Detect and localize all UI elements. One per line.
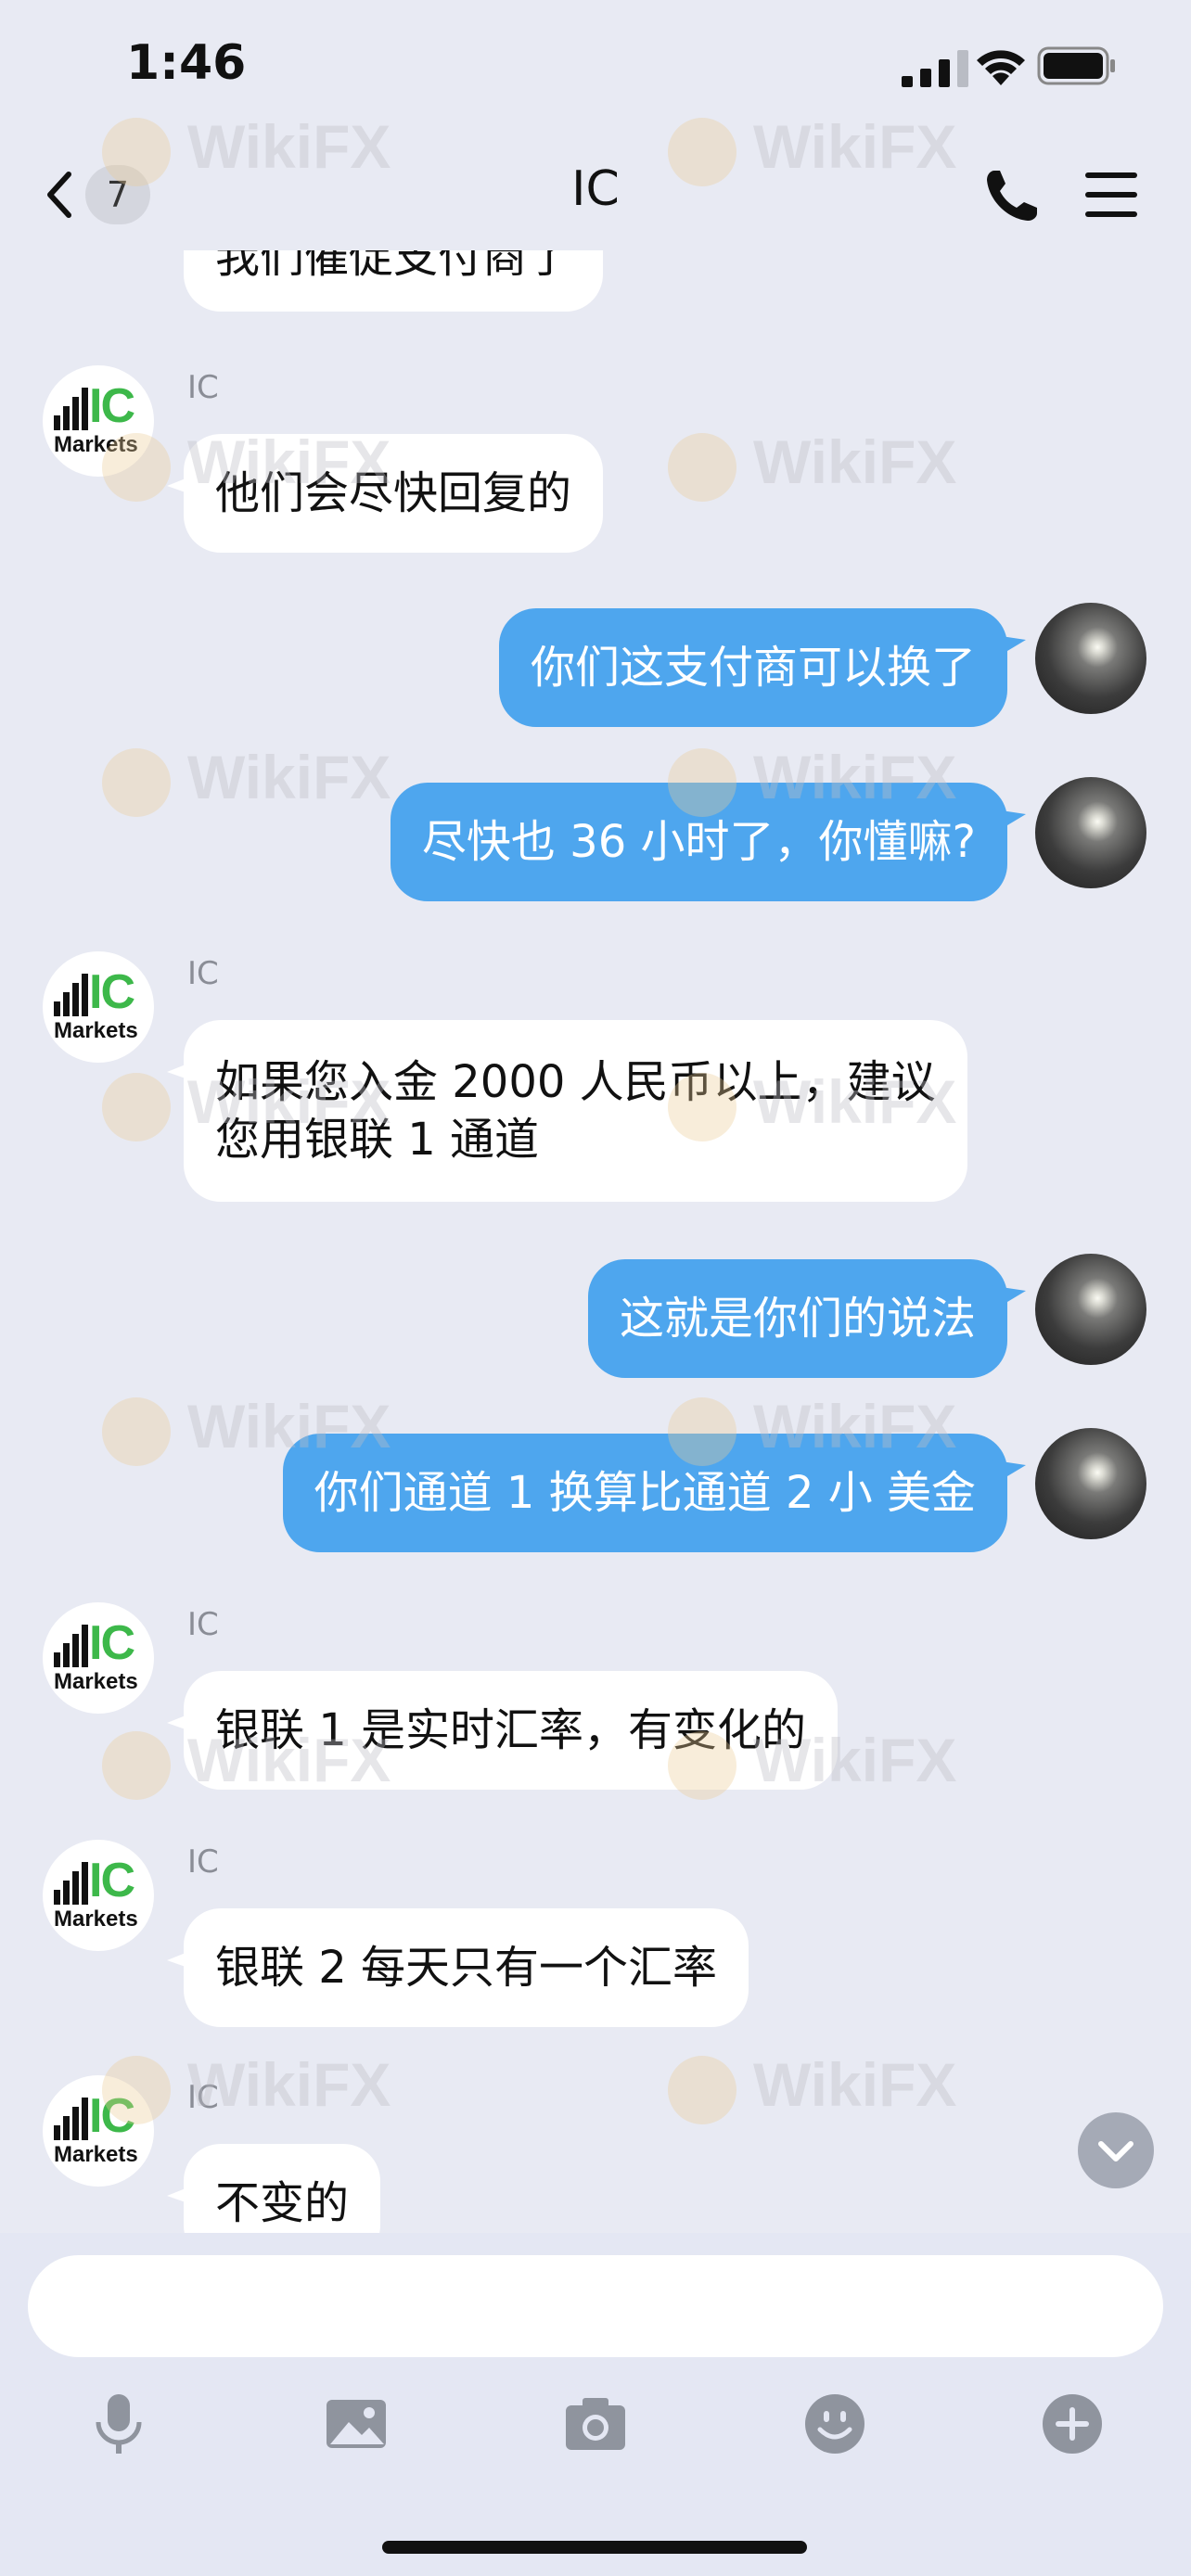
bars-logo-icon (54, 1862, 88, 1905)
sender-name: IC (187, 2079, 219, 2116)
user-avatar[interactable] (1035, 777, 1146, 888)
bubble-tail (989, 1285, 1026, 1313)
sender-name: IC (187, 955, 219, 992)
message-input[interactable] (28, 2255, 1163, 2357)
message-bubble-sent: 你们这支付商可以换了 (498, 608, 1007, 727)
plus-icon[interactable] (1039, 2391, 1106, 2457)
image-icon[interactable] (323, 2391, 390, 2457)
user-avatar[interactable] (1035, 1254, 1146, 1365)
bubble-tail (989, 1460, 1026, 1487)
menu-icon[interactable] (1082, 169, 1141, 221)
chevron-down-icon (1098, 2141, 1133, 2162)
ic-markets-avatar[interactable]: IC Markets (43, 2075, 154, 2187)
message-bubble: 我们催促支付商了 (184, 250, 604, 312)
bars-logo-icon (54, 974, 88, 1016)
battery-icon (1037, 46, 1115, 85)
chat-title: IC (571, 161, 620, 217)
chat-messages[interactable]: 我们催促支付商了 IC Markets IC 他们会尽快回复的 你们这支付商可以… (0, 250, 1191, 2233)
status-bar: 1:46 (0, 0, 1191, 139)
message-bubble: 不变的 (184, 2144, 381, 2233)
bars-logo-icon (54, 2098, 88, 2140)
chat-header: 7 IC (0, 139, 1191, 250)
ic-markets-avatar[interactable]: IC Markets (43, 1602, 154, 1714)
message-bubble: 银联 1 是实时汇率，有变化的 (184, 1671, 839, 1790)
message-bubble: 如果您入金 2000 人民币以上，建议 您用银联 1 通道 (184, 1020, 967, 1202)
sender-name: IC (187, 1843, 219, 1881)
message-bubble: 他们会尽快回复的 (184, 434, 604, 553)
cellular-signal-icon (902, 50, 968, 87)
message-bubble: 银联 2 每天只有一个汇率 (184, 1908, 749, 2027)
wifi-icon (977, 50, 1025, 85)
ic-markets-avatar[interactable]: IC Markets (43, 365, 154, 477)
bars-logo-icon (54, 388, 88, 430)
bars-logo-icon (54, 1625, 88, 1667)
microphone-icon[interactable] (85, 2391, 152, 2457)
message-bubble-sent: 你们通道 1 换算比通道 2 小 美金 (282, 1434, 1007, 1552)
user-avatar[interactable] (1035, 1428, 1146, 1539)
unread-count-badge[interactable]: 7 (85, 165, 150, 224)
ic-markets-avatar[interactable]: IC Markets (43, 1840, 154, 1951)
composer (0, 2233, 1191, 2576)
scroll-to-bottom-button[interactable] (1078, 2112, 1154, 2188)
emoji-icon[interactable] (801, 2391, 868, 2457)
bubble-tail (989, 634, 1026, 662)
ic-markets-avatar[interactable]: IC Markets (43, 951, 154, 1063)
phone-icon[interactable] (981, 165, 1043, 226)
message-bubble-sent: 尽快也 36 小时了，你懂嘛? (390, 783, 1007, 901)
message-bubble-sent: 这就是你们的说法 (587, 1259, 1007, 1378)
home-indicator (382, 2541, 807, 2554)
back-icon[interactable] (37, 165, 93, 224)
sender-name: IC (187, 369, 219, 406)
user-avatar[interactable] (1035, 603, 1146, 714)
status-time: 1:46 (126, 35, 247, 91)
camera-icon[interactable] (562, 2391, 629, 2457)
bubble-tail (989, 809, 1026, 836)
sender-name: IC (187, 1606, 219, 1643)
